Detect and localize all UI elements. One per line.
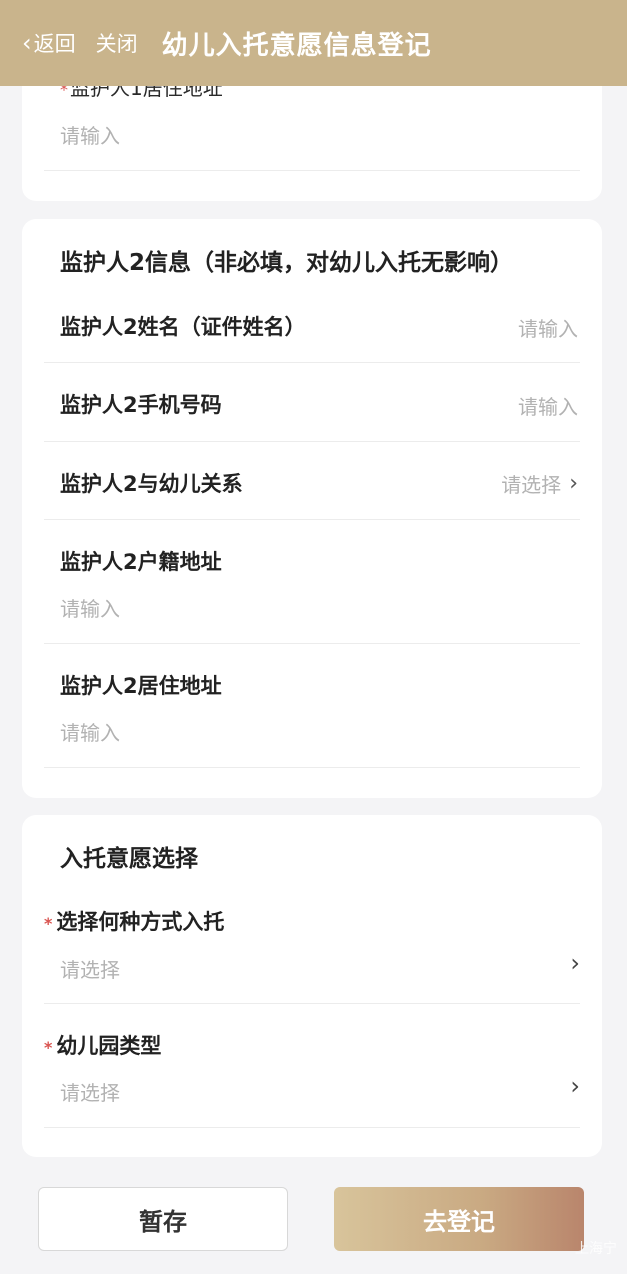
method-select[interactable]: 请选择 <box>60 954 120 983</box>
preference-section-title: 入托意愿选择 <box>60 846 198 872</box>
guardian2-household-label: 监护人2户籍地址 <box>60 550 222 574</box>
register-button[interactable]: 去登记 <box>334 1187 584 1251</box>
required-mark: * <box>44 914 53 933</box>
guardian2-card: 监护人2信息（非必填，对幼儿入托无影响） 监护人2姓名（证件姓名） 请输入 监护… <box>22 219 602 798</box>
back-label: 返回 <box>33 32 76 56</box>
preference-card: 入托意愿选择 * 选择何种方式入托 请选择 › * 幼儿园类型 请选择 › <box>22 815 602 1157</box>
bottom-action-bar: 暂存 去登记 <box>0 1175 627 1274</box>
chevron-left-icon: ‹ <box>22 29 32 57</box>
kindergarten-type-select[interactable]: 请选择 <box>60 1077 120 1106</box>
method-label: * 选择何种方式入托 <box>44 910 225 934</box>
divider <box>44 362 580 363</box>
guardian2-household-input[interactable]: 请输入 <box>60 593 120 622</box>
chevron-right-icon[interactable]: › <box>570 949 580 977</box>
divider <box>44 170 580 171</box>
guardian2-phone-input[interactable]: 请输入 <box>518 391 578 420</box>
guardian2-section-title: 监护人2信息（非必填，对幼儿入托无影响） <box>60 250 514 276</box>
guardian2-relation-select[interactable]: 请选择 › <box>501 469 578 498</box>
watermark: 上海宁 <box>575 1241 617 1257</box>
guardian2-phone-label: 监护人2手机号码 <box>60 393 222 417</box>
divider <box>44 441 580 442</box>
guardian2-residence-input[interactable]: 请输入 <box>60 717 120 746</box>
required-mark: * <box>44 1038 53 1057</box>
save-draft-button[interactable]: 暂存 <box>38 1187 288 1251</box>
page-title: 幼儿入托意愿信息登记 <box>161 30 432 61</box>
guardian2-relation-label: 监护人2与幼儿关系 <box>60 472 243 496</box>
chevron-right-icon: › <box>569 471 578 496</box>
chevron-right-icon[interactable]: › <box>570 1072 580 1100</box>
back-button[interactable]: ‹ 返回 <box>22 28 76 58</box>
divider <box>44 767 580 768</box>
close-button[interactable]: 关闭 <box>96 28 138 58</box>
divider <box>44 1003 580 1004</box>
guardian2-name-label: 监护人2姓名（证件姓名） <box>60 315 306 339</box>
divider <box>44 1127 580 1128</box>
top-nav-bar: ‹ 返回 关闭 幼儿入托意愿信息登记 <box>0 0 627 86</box>
divider <box>44 519 580 520</box>
guardian2-name-input[interactable]: 请输入 <box>518 313 578 342</box>
relation-placeholder: 请选择 <box>501 473 562 497</box>
divider <box>44 643 580 644</box>
kindergarten-type-label: * 幼儿园类型 <box>44 1034 162 1058</box>
guardian2-residence-label: 监护人2居住地址 <box>60 674 222 698</box>
guardian1-residence-input[interactable]: 请输入 <box>60 120 120 149</box>
